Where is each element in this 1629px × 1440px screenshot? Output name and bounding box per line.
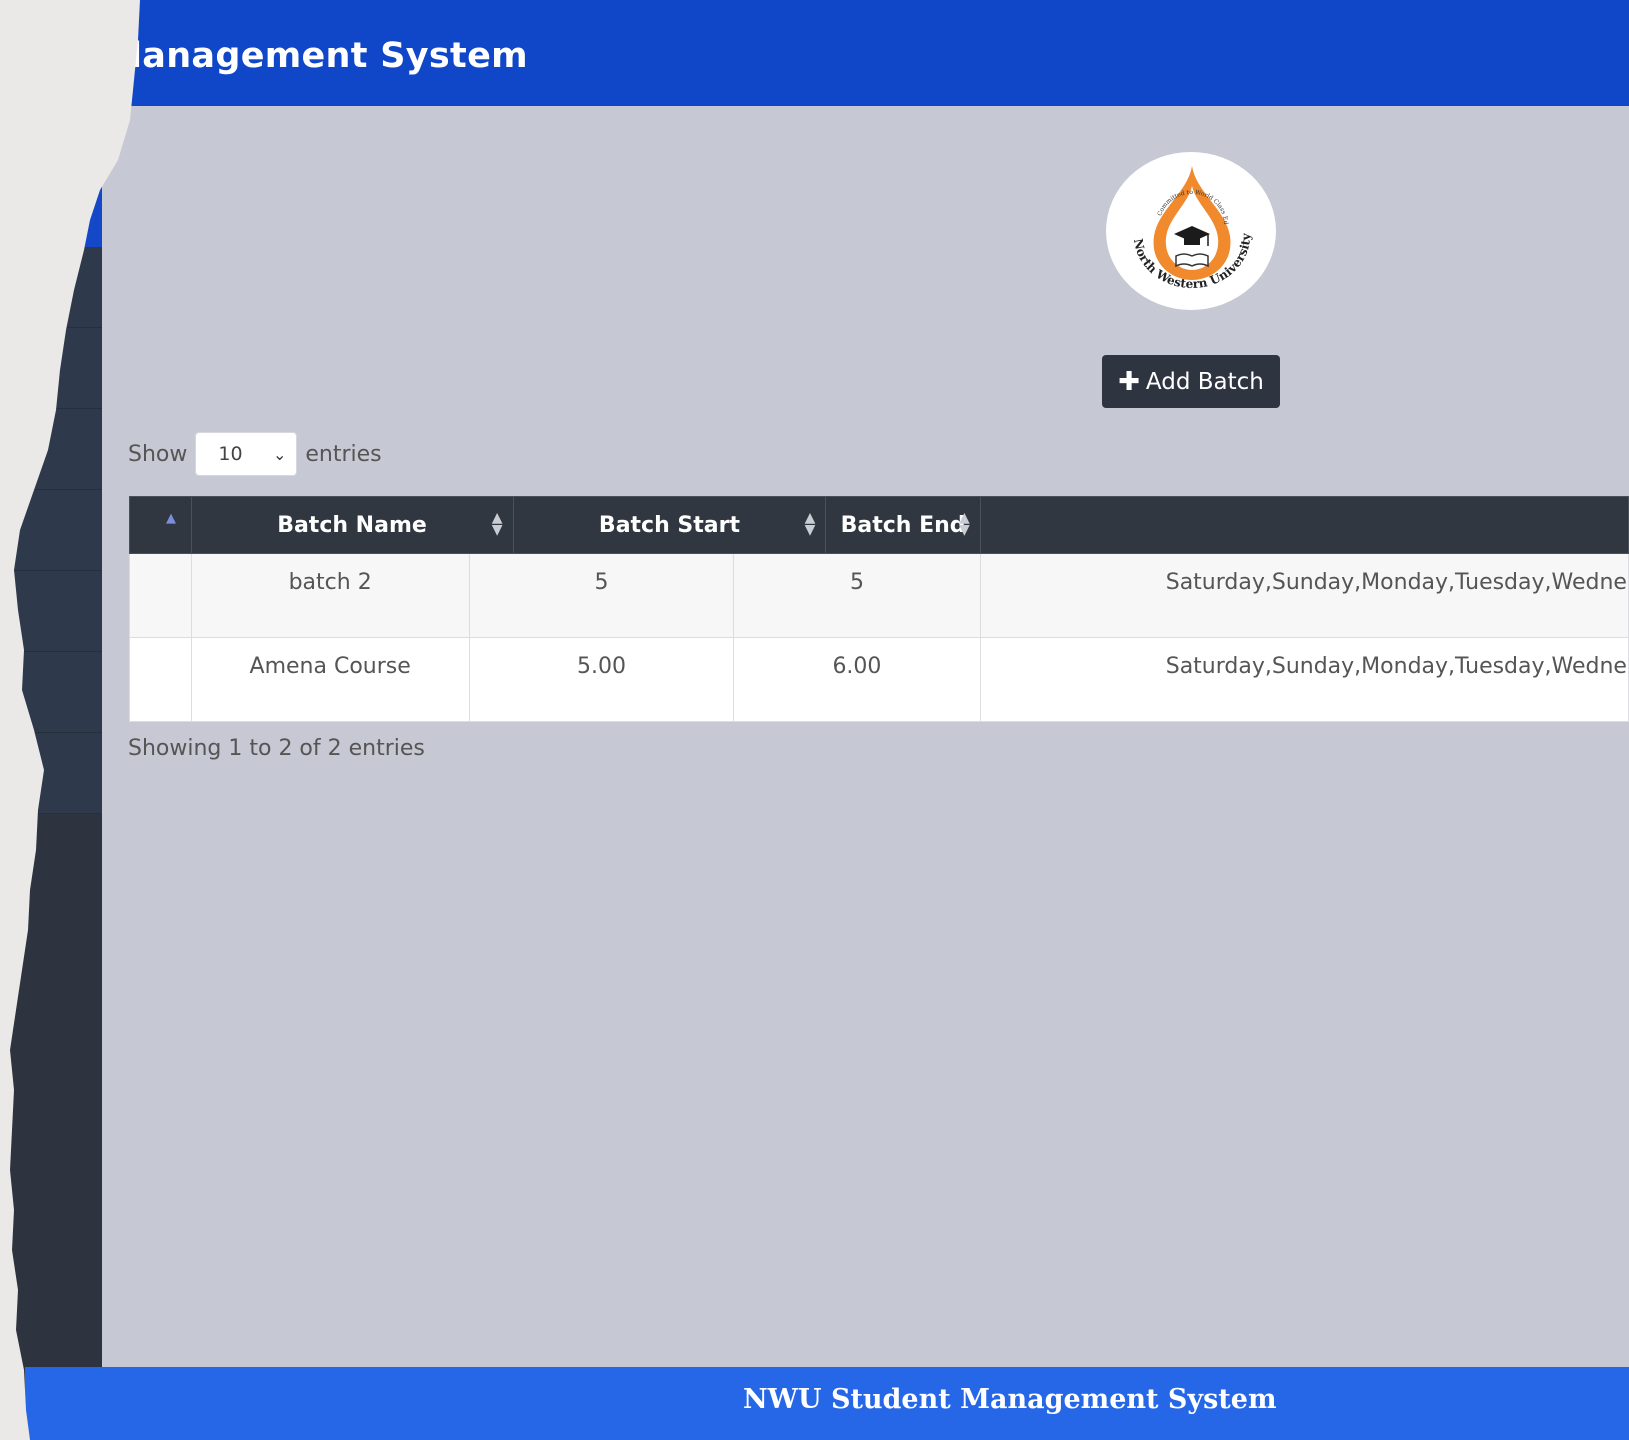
- entries-length-control: Show 10 ⌄ entries: [128, 432, 382, 476]
- table-row: batch 2 5 5 Saturday,Sunday,Monday,Tuesd…: [129, 553, 1629, 638]
- footer-text: NWU Student Management System: [743, 1384, 1277, 1415]
- cell-days: Saturday,Sunday,Monday,Tuesday,Wedne: [979, 553, 1629, 638]
- cell-batch-end: 5: [733, 553, 981, 638]
- cell-batch-name: Amena Course: [190, 637, 470, 722]
- university-logo: Committed to World Class Education North…: [1104, 147, 1276, 310]
- sort-icon: ▲ ▼: [804, 510, 816, 538]
- entries-select[interactable]: 10 ⌄: [195, 432, 298, 476]
- plus-icon: ✚: [1118, 366, 1140, 397]
- sort-icon: ▲ ▼: [958, 510, 970, 538]
- add-batch-label: Add Batch: [1145, 368, 1264, 395]
- footer: NWU Student Management System: [25, 1367, 1629, 1440]
- top-navbar: lanagement System: [102, 0, 1629, 106]
- chevron-down-icon: ⌄: [272, 444, 287, 464]
- cell-batch-name: batch 2: [190, 553, 470, 638]
- table-info: Showing 1 to 2 of 2 entries: [128, 736, 425, 761]
- column-header-batch-start[interactable]: Batch Start ▲ ▼: [512, 496, 827, 554]
- sort-asc-icon: ▲: [166, 511, 176, 526]
- column-header-days[interactable]: [979, 496, 1629, 554]
- cell-days: Saturday,Sunday,Monday,Tuesday,Wedne: [979, 637, 1629, 722]
- table-row: Amena Course 5.00 6.00 Saturday,Sunday,M…: [129, 637, 1629, 722]
- app-window: lanagement System Committed to World Cla…: [0, 0, 1629, 1440]
- university-seal-icon: Committed to World Class Education North…: [1104, 147, 1253, 291]
- cell-batch-start: 5: [468, 553, 735, 638]
- add-batch-button[interactable]: ✚ Add Batch: [1102, 355, 1280, 408]
- column-header-batch-end[interactable]: Batch End ▲ ▼: [825, 496, 981, 554]
- torn-paper-edge: [0, 0, 140, 1440]
- app-title: lanagement System: [130, 36, 528, 76]
- column-header-batch-name[interactable]: Batch Name ▲ ▼: [190, 496, 514, 554]
- sort-icon: ▲ ▼: [491, 510, 503, 538]
- cell-batch-end: 6.00: [733, 637, 981, 722]
- entries-label: entries: [305, 441, 382, 467]
- cell-batch-start: 5.00: [468, 637, 735, 722]
- entries-select-value: 10: [218, 443, 243, 465]
- batch-table: ▲ Batch Name ▲ ▼ Batch Start ▲ ▼ Batch End ▲ ▼…: [129, 496, 1629, 722]
- table-header-row: ▲ Batch Name ▲ ▼ Batch Start ▲ ▼ Batch End ▲ ▼: [129, 496, 1629, 554]
